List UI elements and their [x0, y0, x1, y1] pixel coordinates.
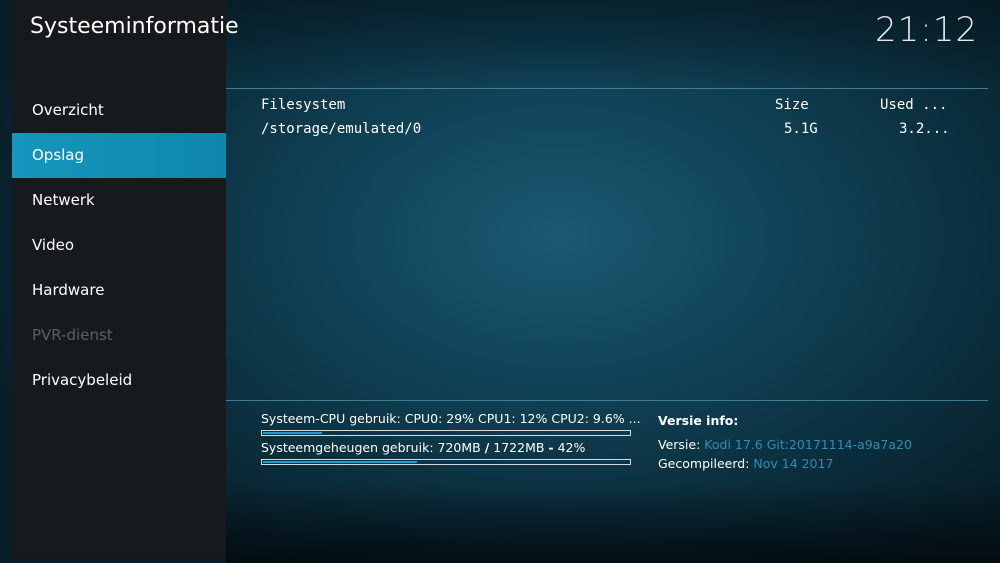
bottom-shade	[226, 483, 1000, 563]
memory-usage-label: Systeemgeheugen gebruik: 720MB / 1722MB …	[261, 440, 585, 455]
page-title: Systeeminformatie	[30, 14, 239, 39]
version-label: Versie:	[658, 437, 701, 452]
sidebar-item-overzicht[interactable]: Overzicht	[12, 88, 226, 133]
column-header-filesystem: Filesystem	[261, 97, 346, 113]
cpu-usage-label: Systeem-CPU gebruik: CPU0: 29% CPU1: 12%…	[261, 411, 641, 426]
column-header-used: Used ...	[880, 97, 948, 113]
bottom-divider	[226, 400, 988, 401]
memory-usage-bar	[261, 459, 631, 465]
memory-usage-total: 1722MB	[489, 440, 549, 455]
memory-usage-bar-fill	[263, 461, 417, 463]
sidebar-item-pvr-dienst: PVR-dienst	[32, 326, 113, 344]
kodi-system-info-screen: Systeeminformatie Overzicht Opslag Netwe…	[0, 0, 1000, 563]
sidebar-item-privacybeleid[interactable]: Privacybeleid	[12, 358, 226, 403]
cell-size: 5.1G	[784, 121, 818, 137]
cpu-usage-bar-fill	[263, 432, 322, 434]
column-header-size: Size	[775, 97, 809, 113]
compiled-value: Nov 14 2017	[753, 456, 834, 471]
version-info-heading: Versie info:	[658, 413, 739, 428]
sidebar: Systeeminformatie Overzicht Opslag Netwe…	[12, 0, 239, 558]
compiled-row: Gecompileerd: Nov 14 2017	[658, 456, 833, 471]
sidebar-item-opslag[interactable]: Opslag	[12, 133, 226, 178]
version-value: Kodi 17.6 Git:20171114-a9a7a20	[704, 437, 912, 452]
memory-usage-prefix: Systeemgeheugen gebruik: 720MB	[261, 440, 485, 455]
sidebar-item-netwerk[interactable]: Netwerk	[12, 178, 226, 223]
cell-filesystem: /storage/emulated/0	[261, 121, 422, 137]
sidebar-item-hardware[interactable]: Hardware	[12, 268, 226, 313]
cpu-usage-bar	[261, 430, 631, 436]
top-divider	[226, 88, 988, 89]
sidebar-item-video[interactable]: Video	[12, 223, 226, 268]
version-row: Versie: Kodi 17.6 Git:20171114-a9a7a20	[658, 437, 912, 452]
compiled-label: Gecompileerd:	[658, 456, 750, 471]
cell-used: 3.2...	[899, 121, 950, 137]
memory-usage-percent: 42%	[553, 440, 586, 455]
clock: 21:12	[875, 10, 978, 50]
